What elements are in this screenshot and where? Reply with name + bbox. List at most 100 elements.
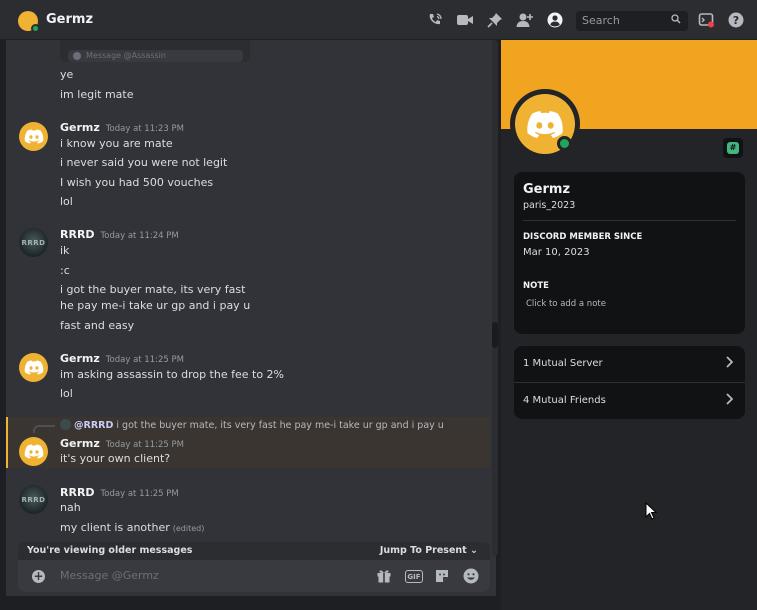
edited-marker: (edited) — [172, 524, 205, 533]
message-timestamp: Today at 11:25 PM — [105, 355, 184, 365]
pinned-messages-icon[interactable] — [486, 11, 504, 29]
message-author[interactable]: Germz Today at 11:25 PM — [60, 352, 184, 365]
chat-bottom-strip — [0, 596, 501, 610]
jump-to-present-label: Jump To Present — [379, 545, 467, 556]
top-bar: Germz Search ? — [0, 0, 757, 40]
profile-badge-icon[interactable]: # — [723, 138, 743, 158]
gift-icon[interactable] — [376, 568, 392, 584]
chevron-right-icon — [725, 393, 734, 408]
online-dot — [560, 139, 569, 148]
search-icon — [671, 14, 681, 27]
member-since-date: Mar 10, 2023 — [523, 247, 590, 258]
profile-divider — [523, 220, 736, 221]
message-timestamp: Today at 11:23 PM — [105, 124, 184, 134]
message-line: nah — [60, 501, 81, 514]
rrrd-avatar-text: RRRD — [21, 238, 46, 247]
message-timestamp: Today at 11:25 PM — [105, 440, 184, 450]
message-author[interactable]: RRRD Today at 11:25 PM — [60, 486, 179, 499]
sticker-icon[interactable] — [434, 568, 450, 584]
message-line: fast and easy — [60, 319, 135, 332]
mutuals-card: 1 Mutual Server 4 Mutual Friends — [514, 346, 745, 419]
profile-panel: # Germz paris_2023 DISCORD MEMBER SINCE … — [501, 40, 757, 610]
message-line: im asking assassin to drop the fee to 2% — [60, 368, 285, 381]
rrrd-avatar[interactable]: RRRD — [19, 485, 48, 514]
message-line: it's your own client? — [60, 452, 171, 465]
author-name[interactable]: RRRD — [60, 228, 95, 241]
mention-highlight-bar — [6, 417, 8, 468]
badge-glyph: # — [727, 142, 739, 154]
inbox-icon[interactable] — [697, 11, 715, 29]
channel-title: Germz — [46, 12, 94, 27]
mouse-cursor-icon — [645, 501, 658, 520]
rrrd-avatar[interactable]: RRRD — [19, 228, 48, 257]
older-messages-banner: You're viewing older messages Jump To Pr… — [18, 542, 490, 560]
message-line: i know you are mate — [60, 137, 173, 150]
message-input[interactable]: Message @Germz — [60, 569, 159, 582]
header-avatar — [18, 11, 40, 33]
reply-text: i got the buyer mate, its very fast he p… — [116, 420, 444, 431]
message-text: my client is another — [60, 521, 170, 534]
message-line: :c — [60, 264, 70, 277]
mutual-friends-row[interactable]: 4 Mutual Friends — [514, 383, 745, 419]
message-line: i got the buyer mate, its very fast — [60, 283, 246, 296]
profile-info-card: Germz paris_2023 DISCORD MEMBER SINCE Ma… — [514, 172, 745, 334]
note-label: NOTE — [523, 281, 549, 291]
message-line: im legit mate — [60, 88, 134, 101]
mutual-friends-label: 4 Mutual Friends — [523, 395, 606, 406]
reply-reference[interactable]: @RRRD i got the buyer mate, its very fas… — [60, 419, 444, 431]
embed-preview: Message @Assassin — [60, 40, 250, 62]
message-line: lol — [60, 195, 73, 208]
search-input[interactable]: Search — [576, 11, 688, 31]
germz-avatar[interactable] — [19, 353, 48, 382]
message-author[interactable]: Germz Today at 11:23 PM — [60, 121, 184, 134]
add-friends-to-dm-icon[interactable] — [516, 11, 534, 29]
search-placeholder: Search — [582, 14, 620, 27]
author-name[interactable]: Germz — [60, 437, 100, 450]
message-timestamp: Today at 11:25 PM — [100, 489, 179, 499]
upload-plus-icon[interactable]: + — [32, 570, 45, 583]
mutual-servers-label: 1 Mutual Server — [523, 358, 603, 369]
embed-plus-icon — [73, 52, 81, 60]
message-line: ik — [60, 244, 70, 257]
author-name[interactable]: Germz — [60, 121, 100, 134]
chat-scrollbar-track[interactable] — [492, 40, 498, 556]
rrrd-avatar-text: RRRD — [21, 495, 46, 504]
member-since-label: DISCORD MEMBER SINCE — [523, 232, 643, 242]
message-line: i never said you were not legit — [60, 156, 228, 169]
germz-avatar[interactable] — [19, 437, 48, 466]
message-line: my client is another (edited) — [60, 521, 204, 534]
help-icon[interactable]: ? — [727, 11, 745, 29]
author-name[interactable]: RRRD — [60, 486, 95, 499]
profile-username: paris_2023 — [523, 200, 576, 211]
voice-call-icon[interactable] — [426, 11, 444, 29]
reply-mention[interactable]: @RRRD — [74, 420, 113, 431]
message-author[interactable]: Germz Today at 11:25 PM — [60, 437, 184, 450]
message-timestamp: Today at 11:24 PM — [100, 231, 179, 241]
chat-scrollbar-thumb[interactable] — [492, 322, 498, 348]
message-line: ye — [60, 68, 74, 81]
mutual-servers-row[interactable]: 1 Mutual Server — [514, 346, 745, 382]
svg-text:?: ? — [733, 14, 739, 27]
message-line: he pay me-i take ur gp and i pay u — [60, 299, 251, 312]
germz-avatar[interactable] — [19, 122, 48, 151]
reply-avatar — [60, 419, 71, 430]
jump-to-present-button[interactable]: Jump To Present ⌄ — [380, 545, 478, 556]
gif-label: GIF — [407, 572, 421, 581]
reply-spine — [33, 425, 55, 433]
note-input[interactable]: Click to add a note — [526, 299, 606, 309]
chevron-right-icon — [725, 356, 734, 371]
gif-picker-button[interactable]: GIF — [405, 570, 423, 583]
online-status-icon — [31, 24, 40, 33]
embed-placeholder: Message @Assassin — [86, 51, 166, 60]
chevron-down-icon: ⌄ — [470, 545, 478, 556]
video-call-icon[interactable] — [456, 11, 474, 29]
embed-composer-preview: Message @Assassin — [68, 50, 243, 62]
user-profile-icon[interactable] — [546, 11, 564, 29]
online-status-icon — [557, 136, 572, 151]
older-messages-text: You're viewing older messages — [27, 545, 193, 556]
author-name[interactable]: Germz — [60, 352, 100, 365]
emoji-icon[interactable] — [463, 568, 479, 584]
message-author[interactable]: RRRD Today at 11:24 PM — [60, 228, 179, 241]
message-composer[interactable]: + Message @Germz GIF — [18, 560, 490, 592]
message-line: lol — [60, 387, 73, 400]
